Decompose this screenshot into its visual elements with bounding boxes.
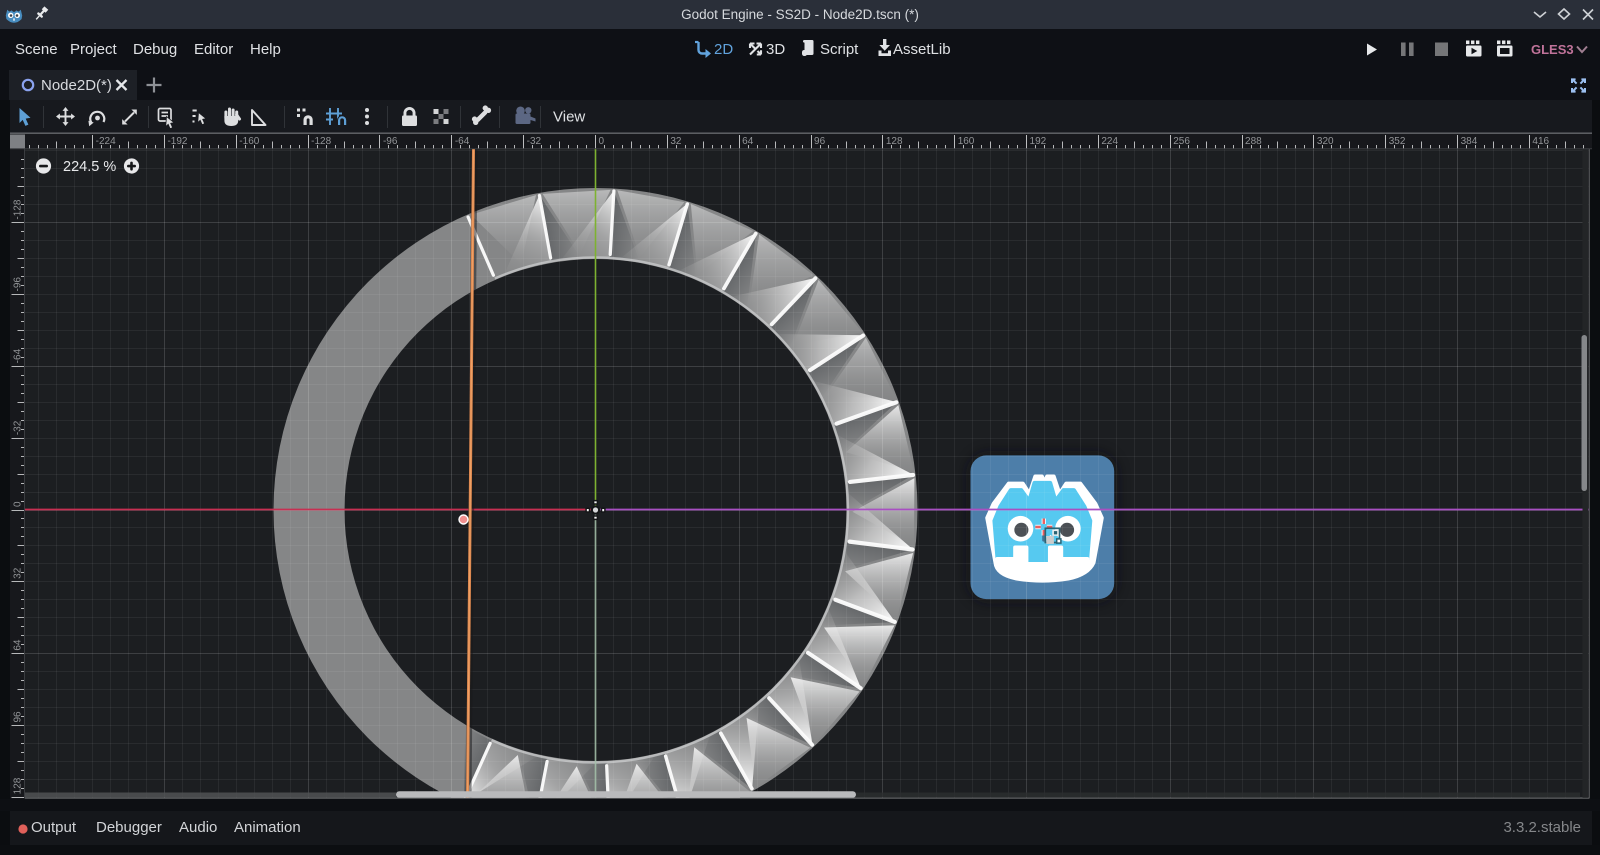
- svg-text:96: 96: [814, 136, 826, 147]
- svg-text:-128: -128: [311, 136, 331, 147]
- svg-text:-64: -64: [13, 348, 24, 363]
- svg-text:128: 128: [13, 777, 24, 794]
- svg-text:-192: -192: [167, 136, 187, 147]
- svg-text:64: 64: [13, 639, 24, 651]
- svg-text:416: 416: [1532, 136, 1549, 147]
- svg-text:-224: -224: [96, 136, 116, 147]
- svg-text:256: 256: [1173, 136, 1190, 147]
- svg-text:224: 224: [1101, 136, 1118, 147]
- svg-text:-128: -128: [13, 199, 24, 219]
- svg-text:224.5 %: 224.5 %: [63, 159, 116, 175]
- svg-text:0: 0: [13, 501, 24, 507]
- svg-text:288: 288: [1245, 136, 1262, 147]
- svg-text:-96: -96: [13, 277, 24, 292]
- svg-text:32: 32: [13, 567, 24, 579]
- svg-text:-64: -64: [455, 136, 470, 147]
- svg-text:0: 0: [599, 136, 605, 147]
- svg-text:-160: -160: [239, 136, 259, 147]
- svg-text:64: 64: [742, 136, 754, 147]
- svg-text:-96: -96: [383, 136, 398, 147]
- svg-text:-32: -32: [13, 420, 24, 435]
- svg-text:-32: -32: [527, 136, 542, 147]
- svg-text:96: 96: [13, 711, 24, 723]
